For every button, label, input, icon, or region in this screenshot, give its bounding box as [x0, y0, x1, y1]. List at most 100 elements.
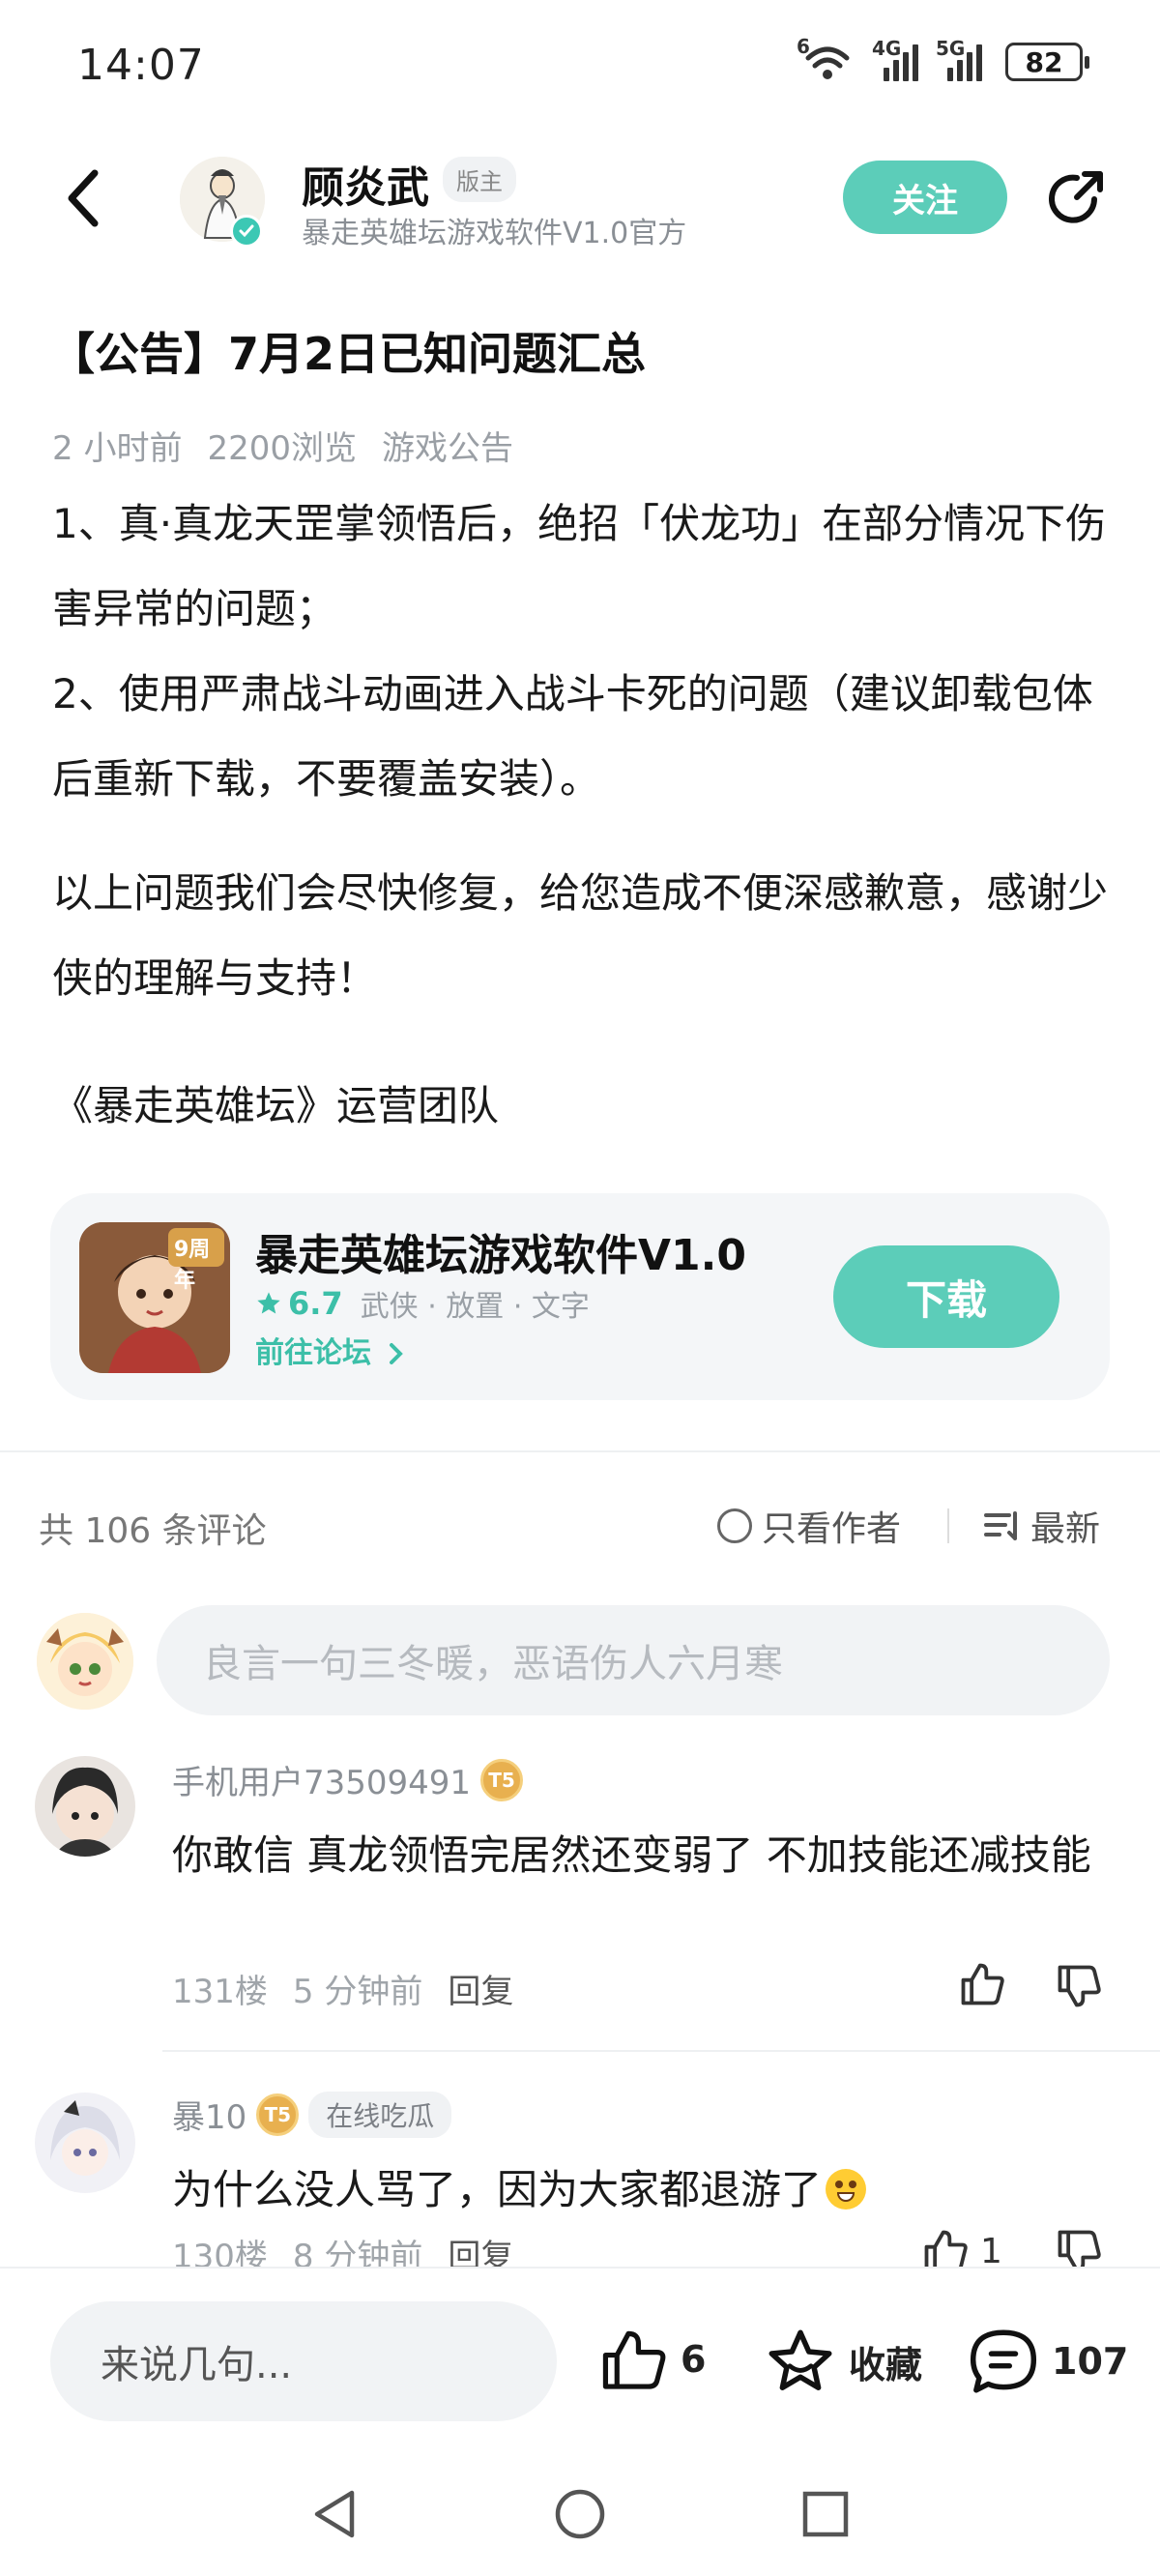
game-icon-text: 9周年	[174, 1238, 211, 1293]
wifi-icon: 6	[797, 35, 855, 81]
square-recents-icon	[802, 2491, 849, 2537]
status-icons: 6 4G 5G 82	[797, 35, 1089, 81]
comment-like-button[interactable]: 1	[920, 2226, 1002, 2267]
level-number: 5	[277, 2102, 292, 2126]
comment-meta: 130楼 8 分钟前 回复	[172, 2230, 513, 2267]
nav-recents-button[interactable]	[797, 2485, 855, 2543]
comment-meta: 131楼 5 分钟前 回复	[172, 1965, 513, 2012]
bottom-action-bar: 来说几句... 6 收藏 107	[0, 2267, 1160, 2450]
follow-button[interactable]: 关注	[843, 161, 1007, 234]
forum-link[interactable]: 前往论坛	[255, 1329, 406, 1371]
post-signature: 《暴走英雄坛》运营团队	[52, 1082, 500, 1129]
comment-item: 暴10 T5 在线吃瓜 为什么没人骂了，因为大家都退游了 130楼 8 分钟前 …	[0, 2085, 1160, 2267]
signal-4g-label: 4G	[872, 37, 902, 60]
comment-bubble-icon	[970, 2329, 1037, 2393]
post-title: 【公告】7月2日已知问题汇总	[50, 328, 647, 380]
comment-time: 5 分钟前	[292, 1973, 423, 2011]
reply-button[interactable]: 回复	[448, 1965, 513, 2012]
share-button[interactable]	[1042, 164, 1112, 234]
commenter-name-text: 手机用户73509491	[172, 1764, 472, 1802]
collect-button[interactable]: 收藏	[764, 2327, 922, 2396]
verified-icon	[230, 215, 263, 248]
reply-input[interactable]: 来说几句...	[50, 2301, 557, 2421]
chevron-left-icon	[68, 169, 99, 227]
thumbs-up-icon	[961, 1963, 1004, 2005]
forum-link-label: 前往论坛	[255, 1336, 371, 1370]
post-paragraph: 2、使用严肃战斗动画进入战斗卡死的问题（建议卸载包体后重新下载，不要覆盖安装）。	[52, 670, 1093, 803]
level-badge: T5	[256, 2093, 300, 2136]
user-tag: 在线吃瓜	[308, 2091, 452, 2138]
battery-level: 82	[1025, 45, 1063, 78]
circle-home-icon	[555, 2489, 605, 2539]
nav-back-button[interactable]	[305, 2485, 363, 2543]
game-tags: 武侠 · 放置 · 文字	[360, 1290, 590, 1324]
post-time: 2 小时前	[52, 429, 183, 468]
game-rating-value: 6.7	[288, 1285, 343, 1322]
post-paragraph: 1、真·真龙天罡掌领悟后，绝招「伏龙功」在部分情况下伤害异常的问题；	[52, 500, 1107, 632]
game-name: 暴走英雄坛游戏软件V1.0	[255, 1231, 746, 1280]
chevron-right-icon	[390, 1343, 404, 1364]
post-meta: 2 小时前 2200浏览 游戏公告	[52, 422, 513, 469]
thumbs-up-icon	[924, 2230, 968, 2267]
system-nav-bar	[0, 2450, 1160, 2576]
author-subtitle: 暴走英雄坛游戏软件V1.0官方	[302, 217, 687, 250]
comment-input[interactable]: 良言一句三冬暖，恶语伤人六月寒	[157, 1605, 1110, 1715]
thumbs-down-icon	[1058, 1965, 1101, 2007]
grin-emoji-icon	[826, 2169, 867, 2210]
comment-item: 手机用户73509491 T5 你敢信 真龙领悟完居然还变弱了 不加技能还减技能…	[0, 1748, 1160, 2038]
game-meta: 6.7 武侠 · 放置 · 文字	[255, 1282, 590, 1325]
comment-text-content: 为什么没人骂了，因为大家都退游了	[172, 2166, 823, 2213]
post-paragraph: 以上问题我们会尽快修复，给您造成不便深感歉意，感谢少侠的理解与支持！	[52, 869, 1109, 1002]
wifi-label: 6	[797, 35, 810, 58]
post-views: 2200浏览	[207, 429, 357, 468]
author-name[interactable]: 顾炎武	[302, 153, 429, 215]
like-count: 6	[681, 2338, 707, 2381]
commenter-name-text: 暴10	[172, 2098, 247, 2137]
thumbs-up-icon	[602, 2330, 666, 2389]
sort-button[interactable]: 最新	[984, 1501, 1100, 1551]
comment-button[interactable]: 107	[967, 2327, 1128, 2396]
radio-icon	[717, 1508, 752, 1543]
comment-dislike-button[interactable]	[1054, 1961, 1104, 2015]
download-button[interactable]: 下载	[833, 1245, 1059, 1348]
comments-count: 共 106 条评论	[39, 1511, 267, 1551]
nav-home-button[interactable]	[551, 2485, 609, 2543]
comment-floor: 131楼	[172, 1973, 268, 2011]
role-badge: 版主	[443, 157, 516, 202]
game-rating: 6.7	[255, 1285, 343, 1322]
post-body: 1、真·真龙天罡掌领悟后，绝招「伏龙功」在部分情况下伤害异常的问题； 2、使用严…	[52, 482, 1116, 1149]
post-header: 顾炎武 版主 暴走英雄坛游戏软件V1.0官方 关注	[0, 135, 1160, 261]
signal-4g-icon: 4G	[872, 37, 918, 81]
comment-like-button[interactable]	[957, 1959, 1017, 2009]
post-category[interactable]: 游戏公告	[382, 422, 513, 469]
share-icon	[1049, 171, 1103, 223]
game-card[interactable]: 9周年 暴走英雄坛游戏软件V1.0 6.7 武侠 · 放置 · 文字 前往论坛 …	[50, 1193, 1110, 1400]
like-post-button[interactable]: 6	[599, 2327, 706, 2392]
reply-button[interactable]: 回复	[448, 2230, 513, 2267]
signal-5g-icon: 5G	[936, 37, 982, 81]
comment-time: 8 分钟前	[292, 2238, 423, 2267]
author-only-toggle[interactable]: 只看作者	[717, 1501, 901, 1551]
triangle-back-icon	[314, 2490, 355, 2538]
commenter-avatar[interactable]	[35, 2093, 135, 2193]
battery-icon: 82	[1005, 43, 1089, 81]
level-number: 5	[501, 1768, 515, 1792]
comment-floor: 130楼	[172, 2238, 268, 2267]
commenter-name[interactable]: 暴10 T5 在线吃瓜	[172, 2091, 452, 2138]
toolbar-separator	[947, 1508, 949, 1543]
level-badge: T5	[480, 1758, 524, 1801]
commenter-name[interactable]: 手机用户73509491 T5	[172, 1756, 524, 1803]
back-button[interactable]	[54, 164, 112, 232]
commenter-avatar[interactable]	[35, 1756, 135, 1857]
comment-count: 107	[1052, 2340, 1129, 2383]
my-avatar	[37, 1613, 133, 1710]
comment-text: 你敢信 真龙领悟完居然还变弱了 不加技能还减技能	[172, 1831, 1091, 1879]
author-only-label: 只看作者	[762, 1509, 902, 1549]
section-divider	[0, 1450, 1160, 1452]
comment-dislike-button[interactable]	[1054, 2226, 1104, 2267]
status-bar: 14:07 6 4G 5G 82	[0, 0, 1160, 135]
comment-text: 为什么没人骂了，因为大家都退游了	[172, 2156, 1100, 2224]
star-outline-icon	[768, 2329, 832, 2390]
thumbs-down-icon	[1058, 2230, 1101, 2267]
sort-label: 最新	[1030, 1509, 1101, 1549]
